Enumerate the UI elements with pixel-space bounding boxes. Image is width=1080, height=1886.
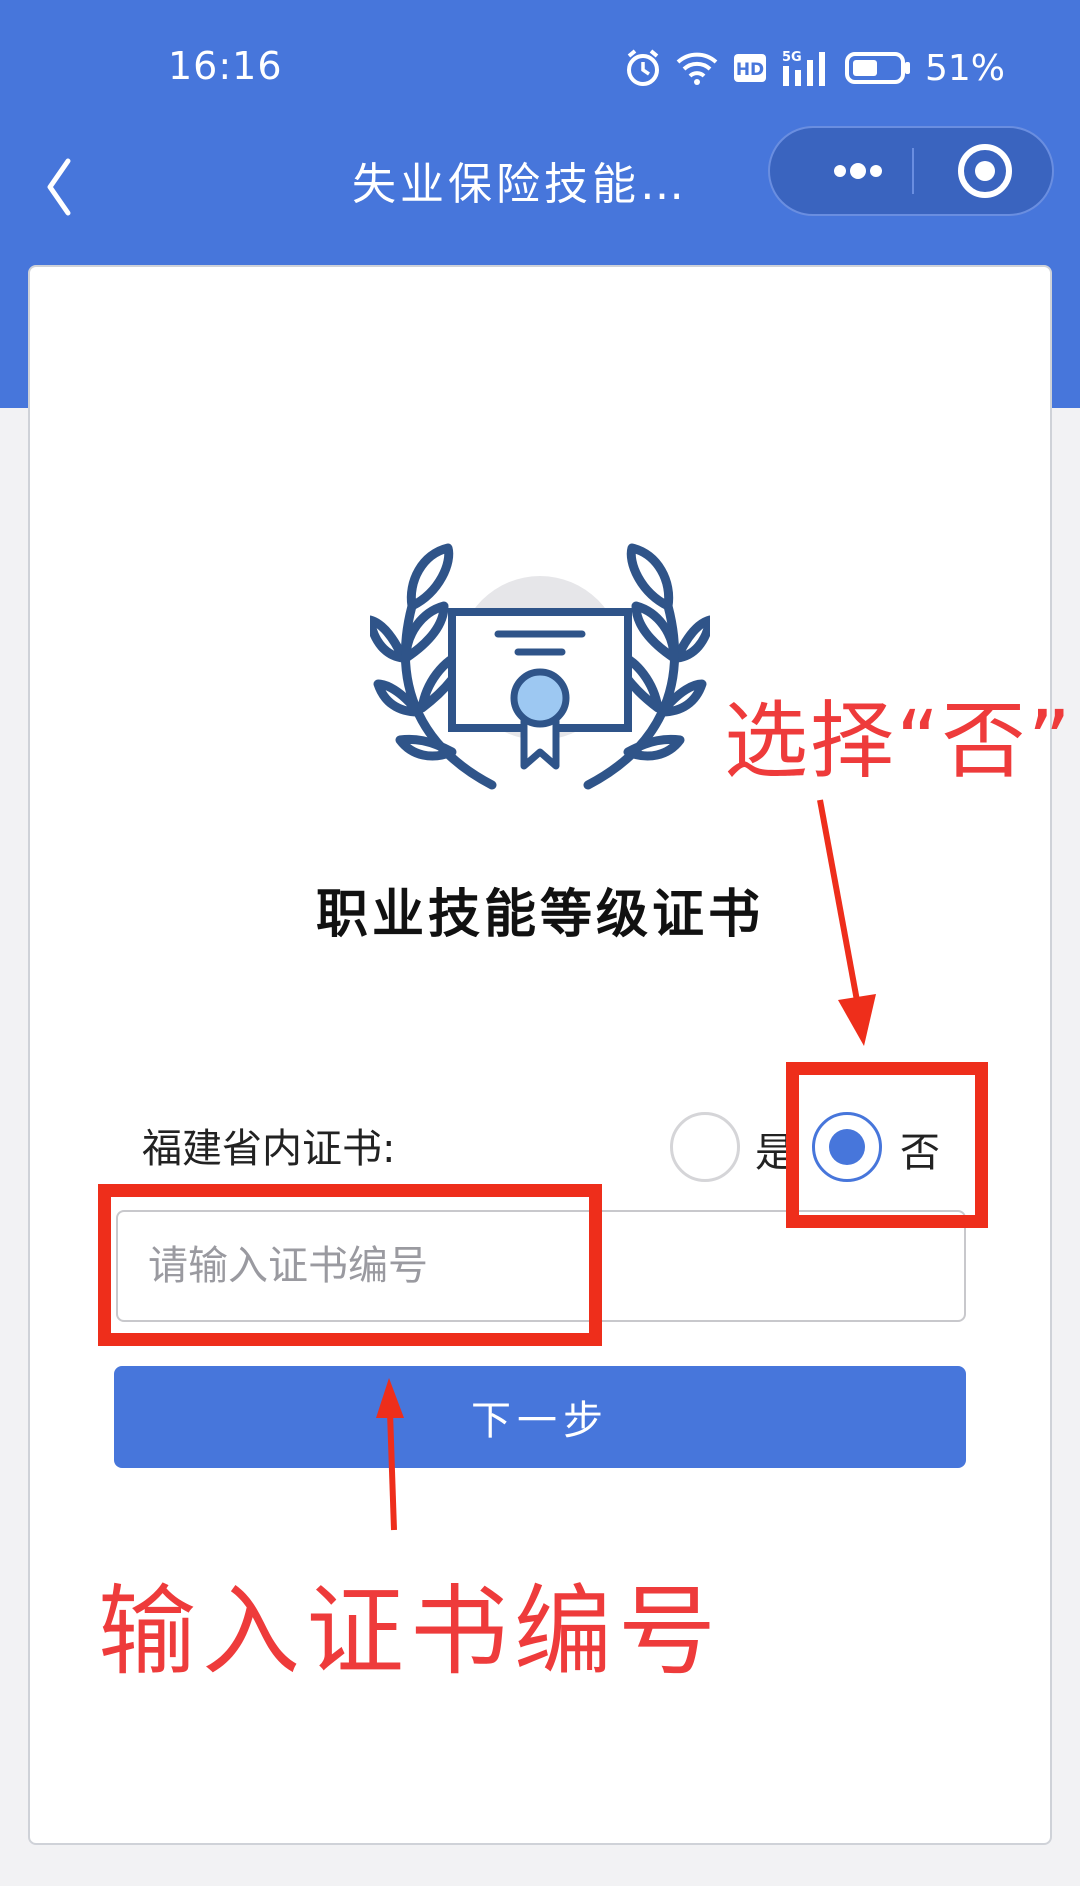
- certificate-laurel-icon: [370, 543, 710, 790]
- mini-program-capsule: [768, 126, 1054, 216]
- status-time: 16:16: [168, 44, 283, 88]
- battery-percent: 51%: [925, 47, 1006, 89]
- annotation-box-input: [98, 1184, 602, 1346]
- annotation-text-radio: 选择“否”: [724, 692, 1074, 790]
- next-step-button[interactable]: 下一步: [114, 1366, 966, 1468]
- capsule-divider: [912, 148, 914, 194]
- svg-text:HD: HD: [736, 60, 764, 80]
- page-title: 失业保险技能…: [352, 159, 688, 210]
- annotation-text-input: 输入证书编号: [98, 1575, 723, 1689]
- hd-icon: HD: [734, 54, 766, 82]
- status-bar: 16:16 HD 5G 51%: [0, 0, 1080, 130]
- battery-icon: [845, 52, 910, 84]
- target-close-icon[interactable]: [930, 128, 1040, 214]
- status-icons: HD 5G 51%: [625, 44, 1005, 92]
- chevron-left-icon[interactable]: [44, 152, 114, 222]
- signal-5g-icon: 5G: [782, 50, 825, 86]
- in-province-label: 福建省内证书:: [142, 1126, 396, 1172]
- wifi-icon: [676, 52, 718, 85]
- svg-text:5G: 5G: [782, 50, 802, 65]
- radio-yes[interactable]: [670, 1112, 740, 1182]
- card-title: 职业技能等级证书: [315, 885, 764, 945]
- more-dots-icon[interactable]: [800, 128, 910, 214]
- annotation-box-radio: [786, 1062, 988, 1228]
- alarm-icon: [627, 49, 659, 86]
